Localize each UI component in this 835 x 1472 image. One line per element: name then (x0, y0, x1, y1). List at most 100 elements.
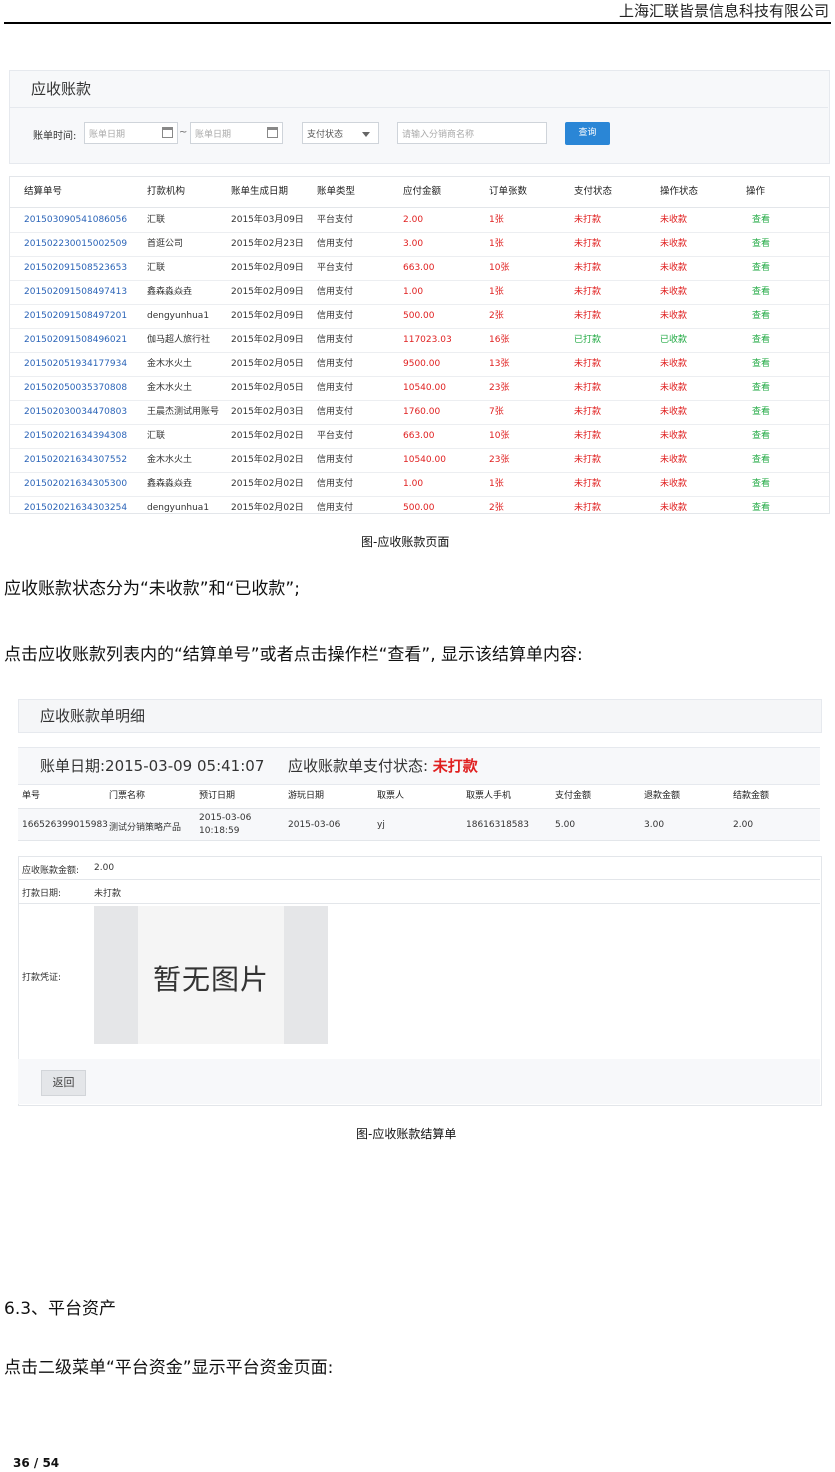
header-rule (4, 22, 831, 24)
end-date-input[interactable]: 账单日期 (190, 122, 283, 144)
cell-pay: 5.00 (555, 820, 576, 830)
cell-book-time: 10:18:59 (199, 826, 240, 836)
cell-order-count: 10张 (489, 431, 510, 441)
cell-settlement-no[interactable]: 201502021634305300 (24, 472, 127, 496)
cell-op-status: 未收款 (660, 311, 688, 321)
distributor-search-input[interactable]: 请输入分销商名称 (397, 122, 547, 144)
cell-op-status: 未收款 (660, 455, 688, 465)
view-link[interactable]: 查看 (752, 208, 770, 232)
view-link[interactable]: 查看 (752, 424, 770, 448)
cell-amount: 663.00 (403, 431, 435, 441)
cell-settlement-no[interactable]: 201502050035370808 (24, 376, 127, 400)
cell-pay-status: 未打款 (574, 287, 602, 297)
cell-order-count: 23张 (489, 383, 510, 393)
cell-settlement-no[interactable]: 201502091508496021 (24, 328, 127, 352)
col-settle-amount: 结款金额 (733, 791, 770, 801)
view-link[interactable]: 查看 (752, 448, 770, 472)
col-pay-status: 支付状态 (574, 186, 613, 197)
cell-op-status: 已收款 (660, 335, 688, 345)
cell-pay-status: 未打款 (574, 215, 602, 225)
cell-amount: 663.00 (403, 263, 435, 273)
col-amount: 应付金额 (403, 186, 442, 197)
section-title: 6.3、平台资产 (4, 1299, 117, 1319)
cell-payer: dengyunhua1 (147, 311, 210, 321)
cell-pay-status: 未打款 (574, 479, 602, 489)
view-link[interactable]: 查看 (752, 232, 770, 256)
cell-pay-status: 未打款 (574, 407, 602, 417)
cell-bill-type: 信用支付 (317, 383, 354, 393)
cell-bill-date: 2015年02月02日 (231, 431, 304, 441)
cell-settlement-no[interactable]: 201502091508497201 (24, 304, 127, 328)
cell-order-count: 1张 (489, 287, 504, 297)
cell-payer: dengyunhua1 (147, 503, 210, 513)
cell-payer: 伽马超人旅行社 (147, 335, 211, 345)
col-bill-date: 账单生成日期 (231, 186, 289, 197)
view-link[interactable]: 查看 (752, 400, 770, 424)
view-link[interactable]: 查看 (752, 472, 770, 496)
cell-settlement-no[interactable]: 201502091508497413 (24, 280, 127, 304)
table-row: 201502091508497201 dengyunhua1 2015年02月09日… (10, 304, 829, 329)
view-link[interactable]: 查看 (752, 352, 770, 376)
calendar-icon[interactable] (267, 127, 278, 138)
cell-bill-date: 2015年03月09日 (231, 215, 304, 225)
col-play-date: 游玩日期 (288, 791, 325, 801)
cell-order-count: 1张 (489, 215, 504, 225)
placeholder-side (94, 906, 138, 1044)
view-link[interactable]: 查看 (752, 304, 770, 328)
table-row: 201502021634307552 金木水火土 2015年02月02日 信用支付 10… (10, 448, 829, 473)
pay-status-value: 未打款 (432, 757, 478, 775)
view-link[interactable]: 查看 (752, 256, 770, 280)
cell-pay-status: 未打款 (574, 359, 602, 369)
cell-settlement-no[interactable]: 201502021634303254 (24, 496, 127, 513)
cell-op-status: 未收款 (660, 263, 688, 273)
receivables-table: 结算单号 打款机构 账单生成日期 账单类型 应付金额 订单张数 支付状态 操作状… (9, 176, 830, 514)
cell-order-count: 10张 (489, 263, 510, 273)
cell-settlement-no[interactable]: 201502030034470803 (24, 400, 127, 424)
cell-amount: 10540.00 (403, 383, 446, 393)
col-ticket-name: 门票名称 (109, 791, 146, 801)
cell-op-status: 未收款 (660, 479, 688, 489)
cell-amount: 500.00 (403, 503, 435, 513)
cell-order-count: 1张 (489, 479, 504, 489)
cell-play-date: 2015-03-06 (288, 820, 341, 830)
cell-settlement-no[interactable]: 201502051934177934 (24, 352, 127, 376)
payment-status-select[interactable]: 支付状态 (302, 122, 379, 144)
cell-settlement-no[interactable]: 201502091508523653 (24, 256, 127, 280)
view-link[interactable]: 查看 (752, 328, 770, 352)
cell-pay-status: 未打款 (574, 311, 602, 321)
table-row: 201503090541086056 汇联 2015年03月09日 平台支付 2.00 1… (10, 208, 829, 233)
query-button[interactable]: 查询 (565, 122, 610, 145)
cell-payer: 汇联 (147, 215, 166, 225)
cell-bill-date: 2015年02月09日 (231, 287, 304, 297)
cell-op-status: 未收款 (660, 287, 688, 297)
platform-funds-instruction: 点击二级菜单“平台资金”显示平台资金页面: (4, 1358, 334, 1378)
back-button[interactable]: 返回 (41, 1070, 86, 1096)
cell-op-status: 未收款 (660, 359, 688, 369)
cell-order-count: 23张 (489, 455, 510, 465)
cell-settlement-no[interactable]: 201502021634394308 (24, 424, 127, 448)
view-link[interactable]: 查看 (752, 496, 770, 513)
table-divider (18, 840, 820, 841)
payment-status-select-value: 支付状态 (307, 130, 344, 140)
cell-settlement-no[interactable]: 201503090541086056 (24, 208, 127, 232)
cell-bill-date: 2015年02月02日 (231, 479, 304, 489)
cell-op-status: 未收款 (660, 407, 688, 417)
cell-payer: 汇联 (147, 263, 166, 273)
cell-order-count: 13张 (489, 359, 510, 369)
cell-pay-status: 未打款 (574, 383, 602, 393)
cell-person: yj (377, 820, 385, 830)
status-description: 应收账款状态分为“未收款”和“已收款”; (4, 579, 300, 599)
cell-settlement-no[interactable]: 201502230015002509 (24, 232, 127, 256)
view-link[interactable]: 查看 (752, 280, 770, 304)
cell-payer: 鑫森淼焱垚 (147, 287, 193, 297)
cell-bill-date: 2015年02月09日 (231, 335, 304, 345)
cell-payer: 金木水火土 (147, 455, 193, 465)
cell-pay-status: 未打款 (574, 455, 602, 465)
start-date-input[interactable]: 账单日期 (84, 122, 178, 144)
cell-settlement-no[interactable]: 201502021634307552 (24, 448, 127, 472)
calendar-icon[interactable] (162, 127, 173, 138)
cell-bill-type: 信用支付 (317, 455, 354, 465)
col-payer: 打款机构 (147, 186, 186, 197)
view-link[interactable]: 查看 (752, 376, 770, 400)
cell-payer: 王晨杰测试用账号 (147, 407, 220, 417)
